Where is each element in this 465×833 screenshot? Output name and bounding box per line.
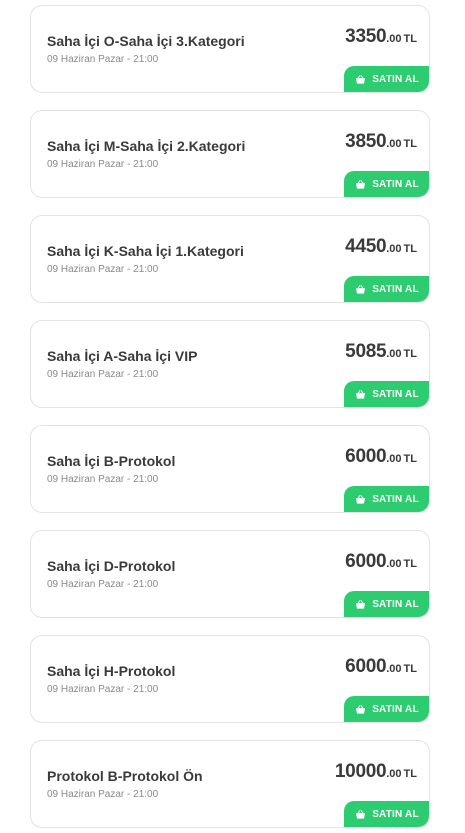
buy-button[interactable]: SATIN AL <box>344 171 429 197</box>
ticket-price: 10000.00 TL <box>335 761 417 783</box>
ticket-card: Protokol B-Protokol Ön 09 Haziran Pazar … <box>30 740 430 828</box>
ticket-card: Saha İçi K-Saha İçi 1.Kategori 09 Hazira… <box>30 215 430 303</box>
ticket-date: 09 Haziran Pazar - 21:00 <box>47 159 159 170</box>
buy-button[interactable]: SATIN AL <box>344 381 429 407</box>
basket-icon <box>356 285 366 294</box>
ticket-title: Protokol B-Protokol Ön <box>47 768 203 784</box>
buy-button-label: SATIN AL <box>372 389 419 400</box>
ticket-price: 3850.00 TL <box>345 131 417 153</box>
basket-icon <box>356 390 366 399</box>
buy-button-label: SATIN AL <box>372 179 419 190</box>
ticket-title: Saha İçi A-Saha İçi VIP <box>47 348 198 364</box>
ticket-card: Saha İçi B-Protokol 09 Haziran Pazar - 2… <box>30 425 430 513</box>
basket-icon <box>356 495 366 504</box>
ticket-title: Saha İçi D-Protokol <box>47 558 176 574</box>
buy-button-label: SATIN AL <box>372 494 419 505</box>
price-currency: TL <box>403 243 417 255</box>
ticket-price: 3350.00 TL <box>345 26 417 48</box>
price-currency: TL <box>403 348 417 360</box>
price-amount: 6000 <box>345 551 387 572</box>
price-currency: TL <box>403 558 417 570</box>
price-decimals: .00 <box>386 663 402 675</box>
buy-button-label: SATIN AL <box>372 74 419 85</box>
ticket-card: Saha İçi O-Saha İçi 3.Kategori 09 Hazira… <box>30 5 430 93</box>
buy-button[interactable]: SATIN AL <box>344 591 429 617</box>
price-currency: TL <box>403 453 417 465</box>
ticket-price: 5085.00 TL <box>345 341 417 363</box>
ticket-title: Saha İçi H-Protokol <box>47 663 176 679</box>
ticket-card: Saha İçi H-Protokol 09 Haziran Pazar - 2… <box>30 635 430 723</box>
ticket-date: 09 Haziran Pazar - 21:00 <box>47 54 159 65</box>
price-currency: TL <box>403 663 417 675</box>
ticket-date: 09 Haziran Pazar - 21:00 <box>47 369 159 380</box>
price-amount: 3350 <box>345 26 387 47</box>
buy-button[interactable]: SATIN AL <box>344 276 429 302</box>
ticket-date: 09 Haziran Pazar - 21:00 <box>47 474 159 485</box>
ticket-date: 09 Haziran Pazar - 21:00 <box>47 684 159 695</box>
ticket-date: 09 Haziran Pazar - 21:00 <box>47 789 159 800</box>
ticket-price: 6000.00 TL <box>345 551 417 573</box>
ticket-date: 09 Haziran Pazar - 21:00 <box>47 264 159 275</box>
ticket-title: Saha İçi K-Saha İçi 1.Kategori <box>47 243 244 259</box>
basket-icon <box>356 75 366 84</box>
buy-button-label: SATIN AL <box>372 704 419 715</box>
price-currency: TL <box>403 33 417 45</box>
ticket-card: Saha İçi M-Saha İçi 2.Kategori 09 Hazira… <box>30 110 430 198</box>
price-decimals: .00 <box>386 348 402 360</box>
buy-button-label: SATIN AL <box>372 599 419 610</box>
ticket-price: 6000.00 TL <box>345 446 417 468</box>
price-amount: 4450 <box>345 236 387 257</box>
ticket-price: 6000.00 TL <box>345 656 417 678</box>
price-decimals: .00 <box>386 138 402 150</box>
price-decimals: .00 <box>386 453 402 465</box>
price-decimals: .00 <box>386 243 402 255</box>
price-amount: 6000 <box>345 446 387 467</box>
ticket-card: Saha İçi A-Saha İçi VIP 09 Haziran Pazar… <box>30 320 430 408</box>
buy-button[interactable]: SATIN AL <box>344 696 429 722</box>
buy-button-label: SATIN AL <box>372 809 419 820</box>
price-amount: 3850 <box>345 131 387 152</box>
price-decimals: .00 <box>386 768 402 780</box>
buy-button[interactable]: SATIN AL <box>344 66 429 92</box>
ticket-title: Saha İçi B-Protokol <box>47 453 176 469</box>
ticket-title: Saha İçi O-Saha İçi 3.Kategori <box>47 33 245 49</box>
buy-button-label: SATIN AL <box>372 284 419 295</box>
basket-icon <box>356 600 366 609</box>
price-currency: TL <box>403 138 417 150</box>
ticket-price: 4450.00 TL <box>345 236 417 258</box>
ticket-card: Saha İçi D-Protokol 09 Haziran Pazar - 2… <box>30 530 430 618</box>
price-currency: TL <box>403 768 417 780</box>
price-decimals: .00 <box>386 558 402 570</box>
basket-icon <box>356 810 366 819</box>
price-amount: 5085 <box>345 341 387 362</box>
buy-button[interactable]: SATIN AL <box>344 801 429 827</box>
ticket-list: Saha İçi O-Saha İçi 3.Kategori 09 Hazira… <box>0 0 465 833</box>
basket-icon <box>356 705 366 714</box>
basket-icon <box>356 180 366 189</box>
price-amount: 10000 <box>334 761 387 782</box>
price-amount: 6000 <box>345 656 387 677</box>
ticket-title: Saha İçi M-Saha İçi 2.Kategori <box>47 138 246 154</box>
buy-button[interactable]: SATIN AL <box>344 486 429 512</box>
price-decimals: .00 <box>386 33 402 45</box>
ticket-date: 09 Haziran Pazar - 21:00 <box>47 579 159 590</box>
